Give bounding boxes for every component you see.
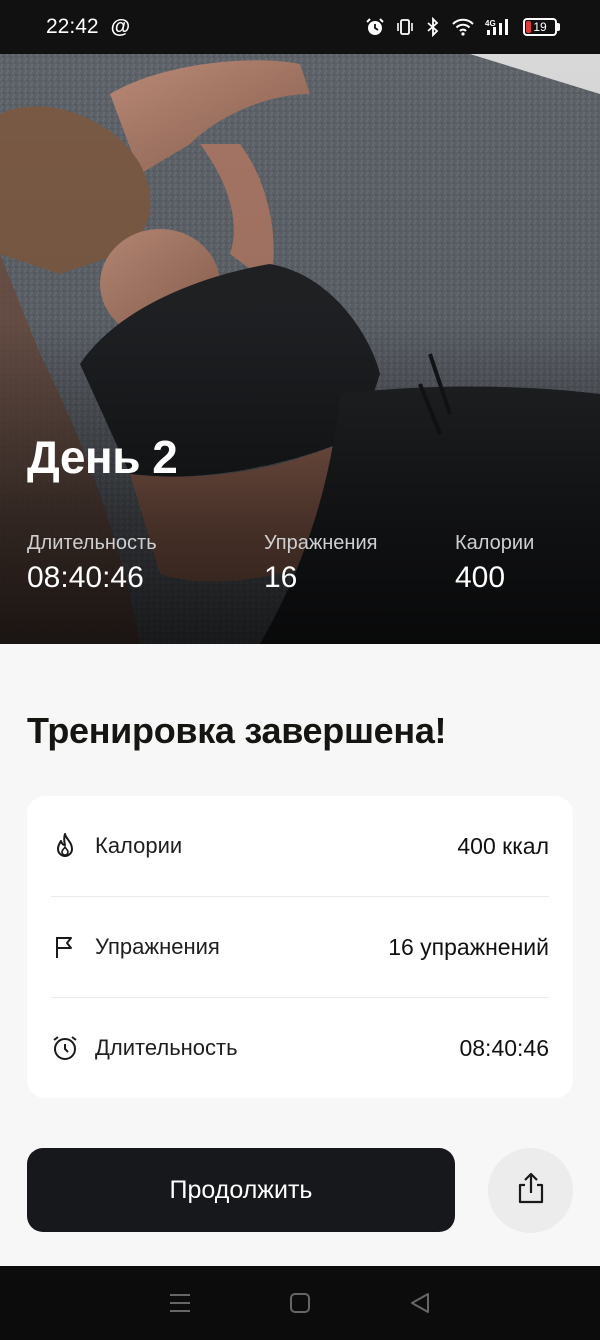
summary-row-duration: Длительность 08:40:46 (51, 998, 549, 1098)
back-triangle-icon[interactable] (405, 1288, 435, 1318)
hero-stat-duration: Длительность 08:40:46 (27, 532, 157, 595)
summary-row-label: Упражнения (95, 934, 220, 959)
summary-row-value: 16 упражнений (388, 933, 549, 960)
status-icons: 4G 19 (365, 17, 560, 37)
summary-row-exercises: Упражнения 16 упражнений (51, 897, 549, 997)
summary-row-calories: Калории 400 ккал (51, 796, 549, 896)
at-icon: @ (110, 15, 131, 38)
hero-stat-exercises: Упражнения 16 (264, 532, 377, 595)
bluetooth-icon (425, 17, 441, 37)
share-icon (515, 1171, 547, 1210)
hero-stat-label: Упражнения (264, 532, 378, 554)
battery-level: 19 (533, 20, 547, 34)
flag-icon (51, 933, 79, 961)
hero-banner: День 2 Длительность 08:40:46 Упражнения … (0, 54, 600, 644)
battery-icon: 19 (523, 18, 560, 36)
summary-row-label: Калории (95, 833, 183, 858)
svg-text:4G: 4G (485, 19, 496, 28)
menu-icon[interactable] (165, 1288, 195, 1318)
share-button[interactable] (488, 1148, 573, 1233)
vibrate-icon (395, 17, 415, 37)
summary-row-label: Длительность (95, 1035, 238, 1060)
summary-card: Калории 400 ккал Упражнения 16 упражнени… (27, 796, 573, 1098)
signal-4g-icon: 4G (485, 17, 513, 37)
status-left: 22:42 @ (46, 15, 130, 39)
hero-title: День 2 (27, 431, 178, 483)
status-bar: 22:42 @ 4G 19 (0, 0, 600, 54)
wifi-icon (451, 17, 475, 37)
system-nav-bar (0, 1266, 600, 1340)
summary-row-value: 08:40:46 (459, 1034, 549, 1061)
alarm-icon (365, 17, 385, 37)
alarm-clock-icon (51, 1034, 79, 1062)
summary-row-value: 400 ккал (457, 832, 549, 859)
hero-stat-label: Калории (455, 532, 535, 554)
hero-stat-label: Длительность (27, 532, 157, 554)
hero-stat-value: 08:40:46 (27, 561, 144, 594)
flame-icon (51, 832, 79, 860)
clock: 22:42 (46, 15, 99, 38)
home-square-icon[interactable] (285, 1288, 315, 1318)
continue-button[interactable]: Продолжить (27, 1148, 455, 1232)
hero-stat-value: 400 (455, 561, 506, 594)
hero-stat-value: 16 (264, 561, 298, 594)
workout-complete-title: Тренировка завершена! (27, 710, 447, 751)
hero-stat-calories: Калории 400 (455, 532, 534, 595)
